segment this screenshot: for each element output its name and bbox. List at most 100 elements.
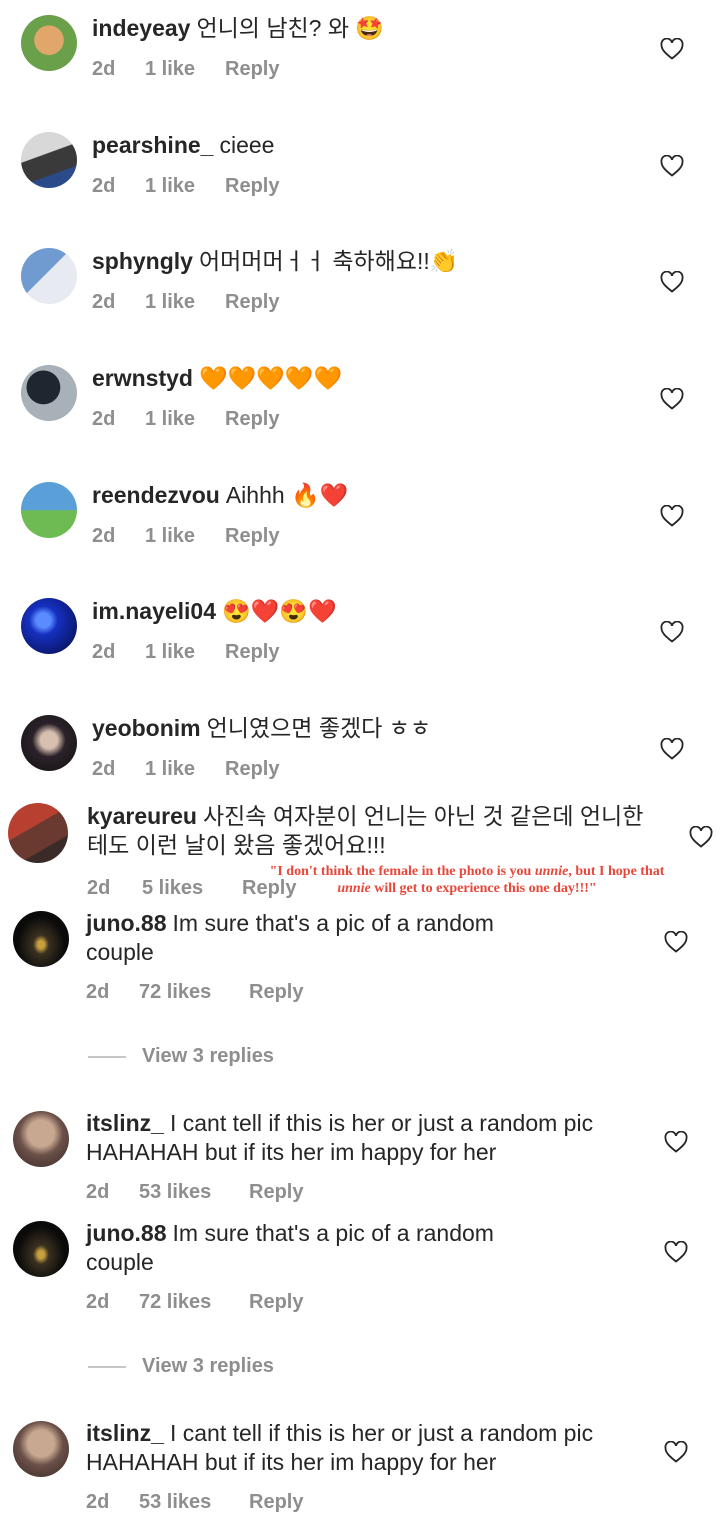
comment-username[interactable]: kyareureu (87, 803, 197, 829)
like-heart-icon[interactable] (660, 155, 684, 177)
view-replies-button[interactable]: View 3 replies (88, 1045, 274, 1068)
comment-username[interactable]: indeyeay (92, 15, 190, 41)
avatar[interactable] (13, 1421, 69, 1477)
avatar[interactable] (21, 132, 77, 188)
comment-text: itslinz_ I cant tell if this is her or ju… (86, 1419, 646, 1477)
avatar[interactable] (13, 1221, 69, 1277)
reply-button[interactable]: Reply (225, 291, 279, 314)
comment-meta: 2d 1 like Reply (92, 641, 279, 664)
like-heart-icon[interactable] (664, 931, 688, 953)
comment-text: juno.88 Im sure that's a pic of a random … (86, 1219, 566, 1277)
comment-body: 언니의 남친? 와 🤩 (196, 15, 385, 41)
comment-likes[interactable]: 1 like (145, 291, 225, 314)
comment-meta: 2d 1 like Reply (92, 525, 279, 548)
comment-username[interactable]: sphyngly (92, 248, 193, 274)
comment-likes[interactable]: 53 likes (139, 1491, 249, 1514)
comment-likes[interactable]: 72 likes (139, 1291, 249, 1314)
comment-text: yeobonim 언니였으면 좋겠다 ㅎㅎ (92, 714, 652, 743)
comment-time: 2d (92, 408, 116, 430)
comment-time: 2d (92, 58, 116, 80)
avatar[interactable] (21, 248, 77, 304)
like-heart-icon[interactable] (660, 505, 684, 527)
comment-likes[interactable]: 1 like (145, 175, 225, 198)
reply-button[interactable]: Reply (249, 1291, 303, 1314)
avatar[interactable] (21, 365, 77, 421)
avatar[interactable] (21, 482, 77, 538)
comment-time: 2d (92, 641, 116, 663)
like-heart-icon[interactable] (660, 271, 684, 293)
comment-likes[interactable]: 72 likes (139, 981, 249, 1004)
comment-meta: 2d 1 like Reply (92, 58, 279, 81)
divider-line (88, 1365, 126, 1368)
comment-username[interactable]: itslinz_ (86, 1420, 164, 1446)
comment-likes[interactable]: 1 like (145, 525, 225, 548)
like-heart-icon[interactable] (689, 826, 713, 848)
comment-meta: 2d 1 like Reply (92, 408, 279, 431)
comment-time: 2d (92, 525, 116, 547)
reply-button[interactable]: Reply (225, 175, 279, 198)
like-heart-icon[interactable] (660, 388, 684, 410)
avatar[interactable] (21, 15, 77, 71)
reply-button[interactable]: Reply (249, 1491, 303, 1514)
comment-likes[interactable]: 1 like (145, 408, 225, 431)
reply-button[interactable]: Reply (225, 758, 279, 781)
avatar[interactable] (13, 1111, 69, 1167)
comment-username[interactable]: im.nayeli04 (92, 598, 216, 624)
translation-annotation: "I don't think the female in the photo i… (269, 864, 665, 896)
comment-body: 🧡🧡🧡🧡🧡 (198, 365, 343, 391)
comment-likes[interactable]: 53 likes (139, 1181, 249, 1204)
comment-username[interactable]: juno.88 (86, 1220, 167, 1246)
comment-username[interactable]: pearshine_ (92, 132, 213, 158)
comment-time: 2d (86, 981, 110, 1003)
comment-time: 2d (87, 877, 111, 899)
comment-text: pearshine_ cieee (92, 131, 652, 160)
comment-meta: 2d 53 likes Reply (86, 1181, 303, 1204)
comment-body: Aihhh 🔥❤️ (225, 482, 349, 508)
comment-text: kyareureu 사진속 여자분이 언니는 아닌 것 같은데 언니한테도 이런 … (87, 802, 657, 860)
avatar[interactable] (21, 715, 77, 771)
avatar[interactable] (21, 598, 77, 654)
comment-time: 2d (92, 758, 116, 780)
like-heart-icon[interactable] (660, 738, 684, 760)
comment-time: 2d (92, 175, 116, 197)
comment-meta: 2d 53 likes Reply (86, 1491, 303, 1514)
reply-button[interactable]: Reply (249, 981, 303, 1004)
comment-text: indeyeay 언니의 남친? 와 🤩 (92, 14, 652, 43)
comment-meta: 2d 72 likes Reply (86, 1291, 303, 1314)
comment-username[interactable]: juno.88 (86, 910, 167, 936)
comment-likes[interactable]: 1 like (145, 641, 225, 664)
comment-meta: 2d 1 like Reply (92, 291, 279, 314)
comment-text: juno.88 Im sure that's a pic of a random … (86, 909, 566, 967)
avatar[interactable] (13, 911, 69, 967)
comment-likes[interactable]: 1 like (145, 758, 225, 781)
comment-time: 2d (92, 291, 116, 313)
comment-text: erwnstyd 🧡🧡🧡🧡🧡 (92, 364, 652, 393)
comment-likes[interactable]: 1 like (145, 58, 225, 81)
like-heart-icon[interactable] (664, 1441, 688, 1463)
like-heart-icon[interactable] (664, 1131, 688, 1153)
avatar[interactable] (8, 803, 68, 863)
comment-body: 😍❤️😍❤️ (222, 598, 337, 624)
comment-time: 2d (86, 1491, 110, 1513)
comment-time: 2d (86, 1181, 110, 1203)
reply-button[interactable]: Reply (225, 641, 279, 664)
reply-button[interactable]: Reply (249, 1181, 303, 1204)
comment-text: itslinz_ I cant tell if this is her or ju… (86, 1109, 646, 1167)
like-heart-icon[interactable] (660, 38, 684, 60)
comment-username[interactable]: reendezvou (92, 482, 220, 508)
comment-time: 2d (86, 1291, 110, 1313)
comment-meta: 2d 72 likes Reply (86, 981, 303, 1004)
comment-meta: 2d 1 like Reply (92, 175, 279, 198)
like-heart-icon[interactable] (660, 621, 684, 643)
comment-username[interactable]: itslinz_ (86, 1110, 164, 1136)
like-heart-icon[interactable] (664, 1241, 688, 1263)
reply-button[interactable]: Reply (225, 58, 279, 81)
reply-button[interactable]: Reply (225, 525, 279, 548)
view-replies-button[interactable]: View 3 replies (88, 1355, 274, 1378)
comment-username[interactable]: erwnstyd (92, 365, 193, 391)
comment-username[interactable]: yeobonim (92, 715, 201, 741)
comment-text: im.nayeli04 😍❤️😍❤️ (92, 597, 652, 626)
comment-body: 어머머머ㅓㅓ 축하해요!!👏 (198, 248, 459, 274)
comment-text: sphyngly 어머머머ㅓㅓ 축하해요!!👏 (92, 247, 652, 276)
reply-button[interactable]: Reply (225, 408, 279, 431)
